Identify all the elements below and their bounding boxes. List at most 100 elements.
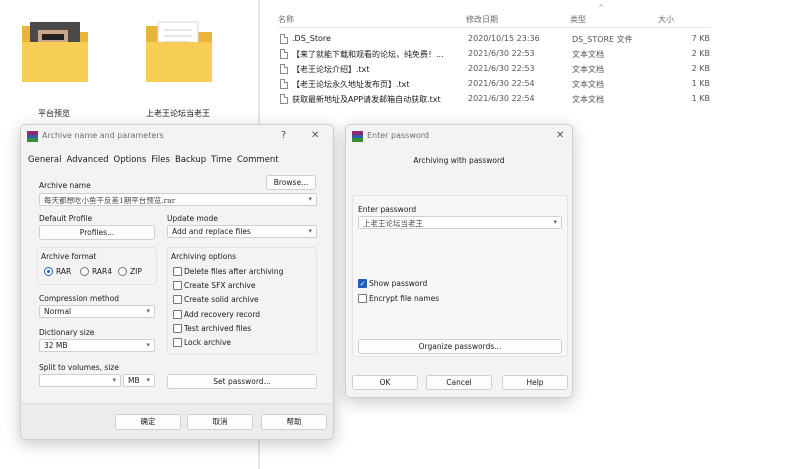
delete-files-label: Delete files after archiving: [184, 267, 284, 276]
test-files-checkbox[interactable]: [173, 324, 182, 333]
archive-dialog-tabs: General Advanced Options Files Backup Time Com…: [28, 155, 284, 169]
file-date: 2021/6/30 22:53: [468, 64, 535, 73]
tab-time[interactable]: Time: [211, 155, 232, 165]
file-row[interactable]: 【老王论坛永久地址发布页】.txt 2021/6/30 22:54 文本文档 1…: [278, 77, 728, 92]
folder-caption: 平台预览: [38, 109, 70, 118]
dictionary-label: Dictionary size: [39, 328, 95, 337]
winrar-icon: [352, 131, 363, 142]
format-rar4-radio[interactable]: [80, 267, 89, 276]
chevron-down-icon[interactable]: ▾: [146, 376, 150, 384]
close-icon[interactable]: ✕: [311, 130, 319, 141]
ok-button[interactable]: OK: [352, 375, 418, 390]
profiles-button[interactable]: Profiles...: [39, 225, 155, 240]
enter-password-label: Enter password: [358, 205, 417, 214]
help-button[interactable]: Help: [502, 375, 568, 390]
update-mode-select[interactable]: Add and replace files ▾: [167, 225, 317, 238]
file-list-header: 名称 修改日期 类型 大小: [278, 12, 710, 28]
check-icon: ✓: [359, 280, 366, 288]
file-size: 1 KB: [691, 94, 710, 103]
create-solid-checkbox[interactable]: [173, 295, 182, 304]
file-size: 7 KB: [691, 34, 710, 43]
password-dialog-title: Enter password: [367, 131, 429, 140]
folder-icon: [22, 22, 88, 82]
compression-select[interactable]: Normal ▾: [39, 305, 155, 318]
split-unit-select[interactable]: MB ▾: [123, 374, 155, 387]
archive-name-value: 每天都想吃小鱼干反差1期平台预览.rar: [44, 196, 176, 205]
archive-name-label: Archive name: [39, 181, 91, 190]
encrypt-names-label: Encrypt file names: [369, 294, 440, 303]
tab-comment[interactable]: Comment: [237, 155, 279, 165]
archive-dialog-titlebar[interactable]: Archive name and parameters ? ✕: [21, 125, 333, 147]
split-volumes-input[interactable]: ▾: [39, 374, 121, 387]
document-icon: [280, 49, 288, 59]
split-unit-value: MB: [128, 376, 140, 385]
help-button[interactable]: 帮助: [261, 414, 327, 430]
cancel-button[interactable]: 取消: [187, 414, 253, 430]
file-row[interactable]: 获取最新地址及APP请发邮箱自动获取.txt 2021/6/30 22:54 文…: [278, 92, 728, 107]
close-icon[interactable]: ✕: [556, 130, 564, 141]
chevron-down-icon[interactable]: ▾: [308, 195, 312, 203]
set-password-button[interactable]: Set password...: [167, 374, 317, 389]
column-date[interactable]: 修改日期: [466, 14, 498, 25]
help-title-button[interactable]: ?: [281, 130, 286, 141]
tab-advanced[interactable]: Advanced: [67, 155, 109, 165]
file-row[interactable]: 【老王论坛介绍】.txt 2021/6/30 22:53 文本文档 2 KB: [278, 62, 728, 77]
lock-archive-checkbox[interactable]: [173, 338, 182, 347]
archive-name-input[interactable]: 每天都想吃小鱼干反差1期平台预览.rar ▾: [39, 193, 317, 206]
file-date: 2020/10/15 23:36: [468, 34, 540, 43]
recovery-record-checkbox[interactable]: [173, 310, 182, 319]
format-rar-radio[interactable]: [44, 267, 53, 276]
tab-general[interactable]: General: [28, 155, 62, 165]
tab-files[interactable]: Files: [151, 155, 170, 165]
scroll-up-icon[interactable]: ^: [598, 4, 604, 12]
format-zip-label: ZIP: [130, 267, 142, 276]
chevron-down-icon[interactable]: ▾: [112, 376, 116, 384]
folder-tile-share[interactable]: 上老王论坛当老王: [128, 0, 228, 125]
password-input[interactable]: 上老王论坛当老王 ▾: [358, 216, 562, 229]
compression-label: Compression method: [39, 294, 120, 303]
file-name: 【老王论坛介绍】.txt: [292, 65, 370, 74]
organize-passwords-button[interactable]: Organize passwords...: [358, 339, 562, 354]
recovery-record-label: Add recovery record: [184, 310, 261, 319]
create-sfx-label: Create SFX archive: [184, 281, 256, 290]
format-zip-radio[interactable]: [118, 267, 127, 276]
delete-files-checkbox[interactable]: [173, 267, 182, 276]
show-password-checkbox[interactable]: ✓: [358, 279, 367, 288]
file-date: 2021/6/30 22:53: [468, 49, 535, 58]
chevron-down-icon[interactable]: ▾: [308, 227, 312, 235]
compression-value: Normal: [44, 307, 72, 316]
format-rar-label: RAR: [56, 267, 72, 276]
tab-options[interactable]: Options: [114, 155, 147, 165]
column-type[interactable]: 类型: [570, 14, 586, 25]
password-dialog-titlebar[interactable]: Enter password ✕: [346, 125, 572, 147]
chevron-down-icon[interactable]: ▾: [146, 307, 150, 315]
column-size[interactable]: 大小: [658, 14, 674, 25]
file-type: 文本文档: [572, 65, 604, 74]
file-name: .DS_Store: [292, 34, 331, 43]
browse-button[interactable]: Browse...: [266, 175, 316, 190]
file-name: 【来了就能下载和观看的论坛，纯免费！...: [292, 50, 444, 59]
file-row[interactable]: .DS_Store 2020/10/15 23:36 DS_STORE 文件 7…: [278, 32, 728, 47]
archive-dialog-footer: 确定 取消 帮助: [21, 403, 333, 439]
split-volumes-label: Split to volumes, size: [39, 363, 119, 372]
ok-button[interactable]: 确定: [115, 414, 181, 430]
password-value: 上老王论坛当老王: [363, 219, 423, 228]
document-icon: [280, 79, 288, 89]
chevron-down-icon[interactable]: ▾: [146, 341, 150, 349]
file-type: 文本文档: [572, 80, 604, 89]
create-sfx-checkbox[interactable]: [173, 281, 182, 290]
document-icon: [280, 94, 288, 104]
tab-backup[interactable]: Backup: [175, 155, 206, 165]
file-type: 文本文档: [572, 50, 604, 59]
folder-tile-preview[interactable]: 平台预览: [4, 0, 104, 125]
column-name[interactable]: 名称: [278, 14, 294, 25]
encrypt-names-checkbox[interactable]: [358, 294, 367, 303]
file-row[interactable]: 【来了就能下载和观看的论坛，纯免费！... 2021/6/30 22:53 文本…: [278, 47, 728, 62]
dictionary-select[interactable]: 32 MB ▾: [39, 339, 155, 352]
password-heading: Archiving with password: [413, 156, 505, 165]
cancel-button[interactable]: Cancel: [426, 375, 492, 390]
chevron-down-icon[interactable]: ▾: [553, 218, 557, 226]
file-date: 2021/6/30 22:54: [468, 94, 535, 103]
lock-archive-label: Lock archive: [184, 338, 232, 347]
default-profile-label: Default Profile: [39, 214, 93, 223]
